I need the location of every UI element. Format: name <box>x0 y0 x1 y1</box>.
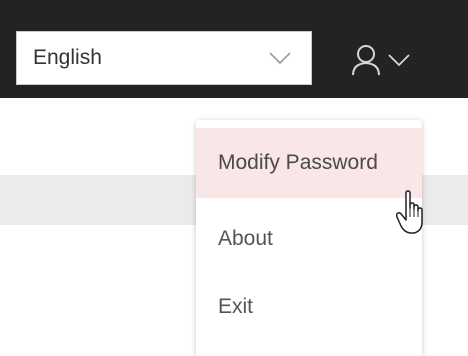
menu-item-label: Exit <box>218 295 254 318</box>
user-dropdown-menu: Modify Password About Exit <box>196 120 422 356</box>
menu-item-label: About <box>218 227 273 250</box>
user-icon <box>348 42 384 78</box>
language-select-value: English <box>33 46 102 69</box>
top-navigation-bar: English <box>0 0 468 98</box>
chevron-down-icon <box>269 51 291 65</box>
menu-item-modify-password[interactable]: Modify Password <box>196 128 422 198</box>
chevron-down-icon <box>388 53 410 67</box>
menu-item-exit[interactable]: Exit <box>196 272 422 342</box>
language-select[interactable]: English <box>16 31 312 85</box>
menu-item-about[interactable]: About <box>196 204 422 274</box>
user-menu-trigger[interactable] <box>348 40 424 80</box>
menu-item-label: Modify Password <box>218 151 378 174</box>
